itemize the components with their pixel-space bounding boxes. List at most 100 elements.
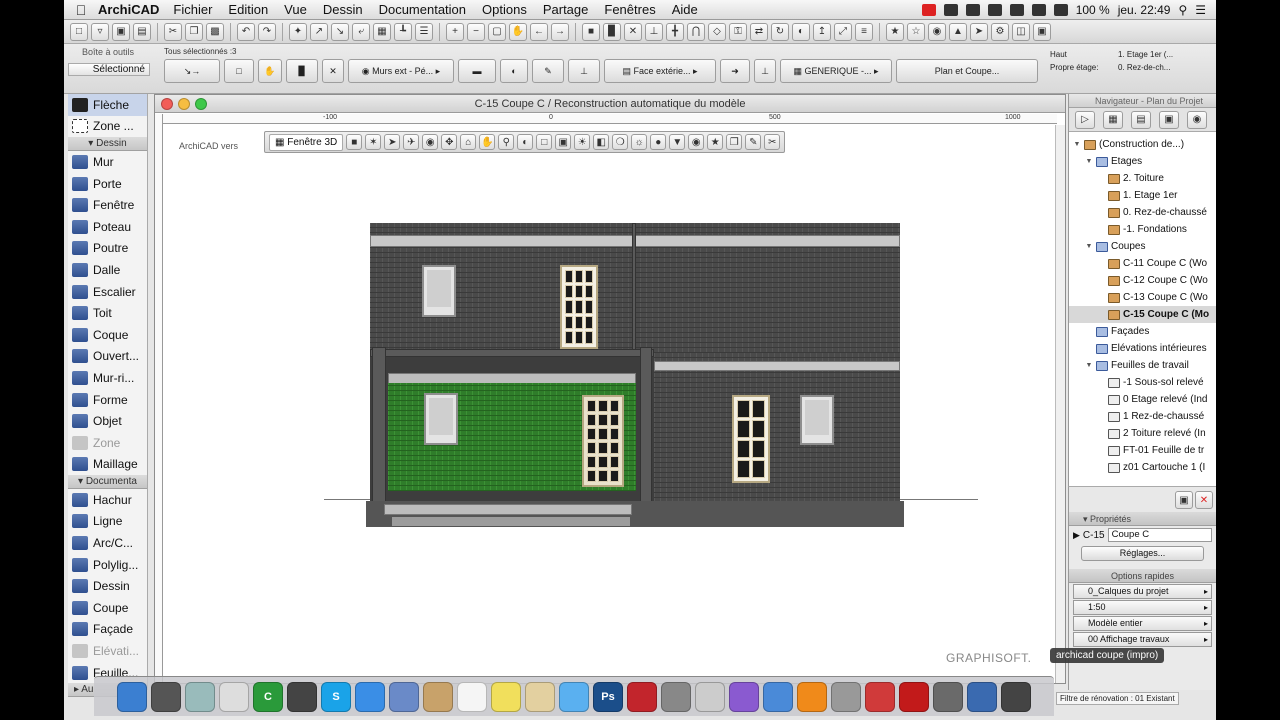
cursor-snap-icon[interactable]: ⤶ <box>352 22 370 41</box>
tool-design-4[interactable]: Poutre <box>68 238 147 260</box>
system-prefs-icon[interactable] <box>831 681 861 712</box>
pick-icon[interactable]: ↗ <box>310 22 328 41</box>
stats-icon[interactable] <box>729 681 759 712</box>
floor-value[interactable]: 0. Rez-de-ch... <box>1118 61 1173 74</box>
orbit-icon[interactable]: ✶ <box>365 134 382 150</box>
new-view-icon[interactable]: ▣ <box>1175 491 1193 509</box>
menu-partage[interactable]: Partage <box>543 2 589 17</box>
section-design[interactable]: ▾ Dessin <box>68 137 147 152</box>
tool-document-1[interactable]: Ligne <box>68 511 147 533</box>
menu-dessin[interactable]: Dessin <box>323 2 363 17</box>
zoom-3d-icon[interactable]: ⚲ <box>498 134 515 150</box>
tool-document-4[interactable]: Dessin <box>68 575 147 597</box>
trim-icon[interactable]: ⊥ <box>645 22 663 41</box>
tool-document-0[interactable]: Hachur <box>68 489 147 511</box>
view-name-field[interactable]: Coupe C <box>1107 528 1212 542</box>
menu-vue[interactable]: Vue <box>284 2 307 17</box>
prev-view-icon[interactable]: ← <box>530 22 548 41</box>
renovation-dropdown[interactable]: 00 Affichage travaux <box>1073 632 1212 647</box>
explore-icon[interactable]: ◉ <box>422 134 439 150</box>
list-icon[interactable]: ☰ <box>1195 3 1206 17</box>
mail-icon[interactable] <box>389 681 419 712</box>
clock[interactable]: jeu. 22:49 <box>1118 3 1171 17</box>
tool-design-12[interactable]: Objet <box>68 410 147 432</box>
materials-icon[interactable]: ● <box>650 134 667 150</box>
tree-item[interactable]: Façades <box>1069 323 1216 340</box>
intersect-icon[interactable]: ⋂ <box>687 22 705 41</box>
selection-label[interactable]: Sélectionné <box>68 63 150 76</box>
sun-icon[interactable]: ☼ <box>631 134 648 150</box>
archicad-dock-icon[interactable] <box>287 681 317 712</box>
tool-design-5[interactable]: Dalle <box>68 259 147 281</box>
scale-dropdown[interactable]: 1:50 <box>1073 600 1212 615</box>
3d-icon[interactable]: ■ <box>582 22 600 41</box>
copy-3d-icon[interactable]: ❐ <box>726 134 743 150</box>
left-column[interactable] <box>372 347 386 503</box>
rotate-icon[interactable]: ↻ <box>771 22 789 41</box>
tool-document-2[interactable]: Arc/C... <box>68 532 147 554</box>
camtasia-icon[interactable]: C <box>253 681 283 712</box>
tree-item[interactable]: ▼ Feuilles de travail <box>1069 357 1216 374</box>
search-icon[interactable]: ⚲ <box>1178 3 1187 17</box>
calendar-icon[interactable] <box>457 681 487 712</box>
curve-icon[interactable]: ◐ <box>500 59 528 83</box>
properties-header[interactable]: ▾ Propriétés <box>1069 512 1216 526</box>
tree-item[interactable]: Elévations intérieures <box>1069 340 1216 357</box>
wireframe-icon[interactable]: □ <box>536 134 553 150</box>
tool-document-6[interactable]: Façade <box>68 619 147 641</box>
extension-icon[interactable] <box>943 3 958 16</box>
drawing-canvas[interactable]: ArchiCAD vers ▦ Fenêtre 3D ■ ✶ ➤ ✈ ◉ ✥ ⌂… <box>164 125 1058 683</box>
renovation-icon[interactable]: ▲ <box>949 22 967 41</box>
render-icon[interactable]: ★ <box>707 134 724 150</box>
menu-options[interactable]: Options <box>482 2 527 17</box>
inject-icon[interactable]: ↘ <box>331 22 349 41</box>
record-icon[interactable] <box>921 3 936 16</box>
globe-icon[interactable] <box>967 681 997 712</box>
tool-document-7[interactable]: Elévati... <box>68 640 147 662</box>
elevate-icon[interactable]: ↥ <box>813 22 831 41</box>
books-icon[interactable] <box>797 681 827 712</box>
align-icon[interactable]: ≡ <box>855 22 873 41</box>
tree-item[interactable]: ▼ (Construction de...) <box>1069 136 1216 153</box>
foundation[interactable] <box>366 501 904 527</box>
section-plane-icon[interactable]: ◧ <box>593 134 610 150</box>
tool-design-7[interactable]: Toit <box>68 302 147 324</box>
notes-icon[interactable] <box>491 681 521 712</box>
skype-icon[interactable]: S <box>321 681 351 712</box>
renovation-filter-status[interactable]: Filtre de rénovation : 01 Existant <box>1056 692 1179 705</box>
flashcard-icon[interactable] <box>627 681 657 712</box>
clip-icon[interactable]: ✂ <box>764 134 781 150</box>
bluetooth-icon[interactable] <box>987 3 1002 16</box>
layers-icon[interactable]: ☰ <box>415 22 433 41</box>
menu-aide[interactable]: Aide <box>672 2 698 17</box>
pen-icon[interactable]: ✎ <box>532 59 564 83</box>
print-icon[interactable]: ▤ <box>133 22 151 41</box>
undo-icon[interactable]: ↶ <box>237 22 255 41</box>
tree-item[interactable]: 0. Rez-de-chaussé <box>1069 204 1216 221</box>
model-view-dropdown[interactable]: Modèle entier <box>1073 616 1212 631</box>
light-icon[interactable]: ❍ <box>612 134 629 150</box>
close-palette-icon[interactable]: ▣ <box>1033 22 1051 41</box>
tool-design-10[interactable]: Mur-ri... <box>68 367 147 389</box>
pointer-icon[interactable]: ✋ <box>258 59 282 83</box>
tree-item[interactable]: 2 Toiture relevé (In <box>1069 425 1216 442</box>
right-column[interactable] <box>640 347 652 503</box>
mirror-icon[interactable]: ◐ <box>792 22 810 41</box>
zoom-window-icon[interactable] <box>195 98 207 110</box>
tool-design-3[interactable]: Poteau <box>68 216 147 238</box>
favorites-icon[interactable]: ☆ <box>907 22 925 41</box>
volume-icon[interactable] <box>1053 3 1068 16</box>
network-icon[interactable] <box>763 681 793 712</box>
vlc-icon[interactable] <box>661 681 691 712</box>
top-value[interactable]: 1. Etage 1er (... <box>1118 48 1173 61</box>
quick-options-header[interactable]: Options rapides <box>1069 569 1216 583</box>
height-icon[interactable]: ⊥ <box>754 59 776 83</box>
tool-design-1[interactable]: Porte <box>68 173 147 195</box>
pan-icon[interactable]: ✋ <box>509 22 527 41</box>
tree-item[interactable]: ▼ Coupes <box>1069 238 1216 255</box>
tab-view-map-icon[interactable]: ▦ <box>1103 110 1123 129</box>
navigate-icon[interactable]: ➤ <box>384 134 401 150</box>
window-lower-left[interactable] <box>424 393 458 445</box>
plan-section-button[interactable]: Plan et Coupe... <box>896 59 1038 83</box>
minimize-window-icon[interactable] <box>178 98 190 110</box>
